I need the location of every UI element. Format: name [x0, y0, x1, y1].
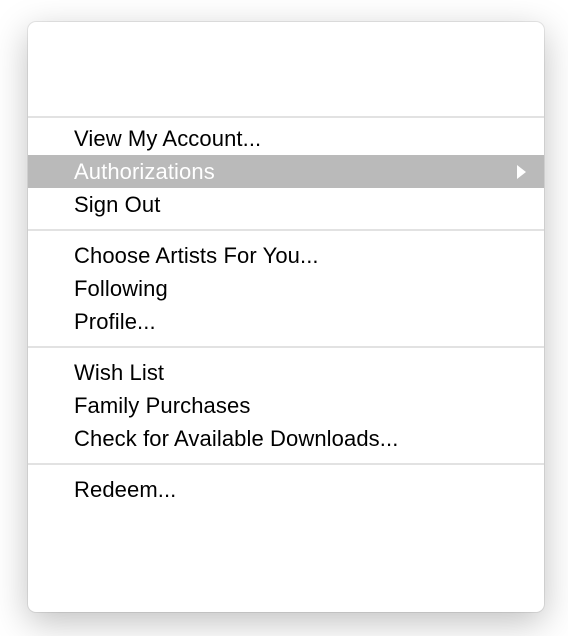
menu-item-profile[interactable]: Profile... — [28, 305, 544, 338]
menu-item-check-downloads[interactable]: Check for Available Downloads... — [28, 422, 544, 455]
menu-item-label: View My Account... — [74, 126, 261, 152]
account-menu: View My Account... Authorizations Sign O… — [28, 22, 544, 612]
menu-item-label: Following — [74, 276, 168, 302]
menu-item-label: Check for Available Downloads... — [74, 426, 398, 452]
menu-separator — [28, 463, 544, 465]
menu-section-purchases: Wish List Family Purchases Check for Ava… — [28, 352, 544, 459]
menu-item-label: Choose Artists For You... — [74, 243, 319, 269]
menu-item-label: Profile... — [74, 309, 156, 335]
menu-item-redeem[interactable]: Redeem... — [28, 473, 544, 506]
menu-item-following[interactable]: Following — [28, 272, 544, 305]
menu-section-account: View My Account... Authorizations Sign O… — [28, 118, 544, 225]
menu-item-family-purchases[interactable]: Family Purchases — [28, 389, 544, 422]
menu-item-label: Family Purchases — [74, 393, 250, 419]
chevron-right-icon — [517, 159, 526, 185]
menu-item-sign-out[interactable]: Sign Out — [28, 188, 544, 221]
menu-section-for-you: Choose Artists For You... Following Prof… — [28, 235, 544, 342]
menu-item-view-my-account[interactable]: View My Account... — [28, 122, 544, 155]
menu-header-blank — [28, 22, 544, 118]
menu-item-label: Wish List — [74, 360, 164, 386]
menu-item-label: Redeem... — [74, 477, 176, 503]
menu-item-choose-artists[interactable]: Choose Artists For You... — [28, 239, 544, 272]
menu-item-wish-list[interactable]: Wish List — [28, 356, 544, 389]
menu-item-label: Authorizations — [74, 159, 215, 185]
menu-separator — [28, 229, 544, 231]
menu-separator — [28, 346, 544, 348]
menu-section-redeem: Redeem... — [28, 469, 544, 510]
menu-item-label: Sign Out — [74, 192, 160, 218]
menu-item-authorizations[interactable]: Authorizations — [28, 155, 544, 188]
